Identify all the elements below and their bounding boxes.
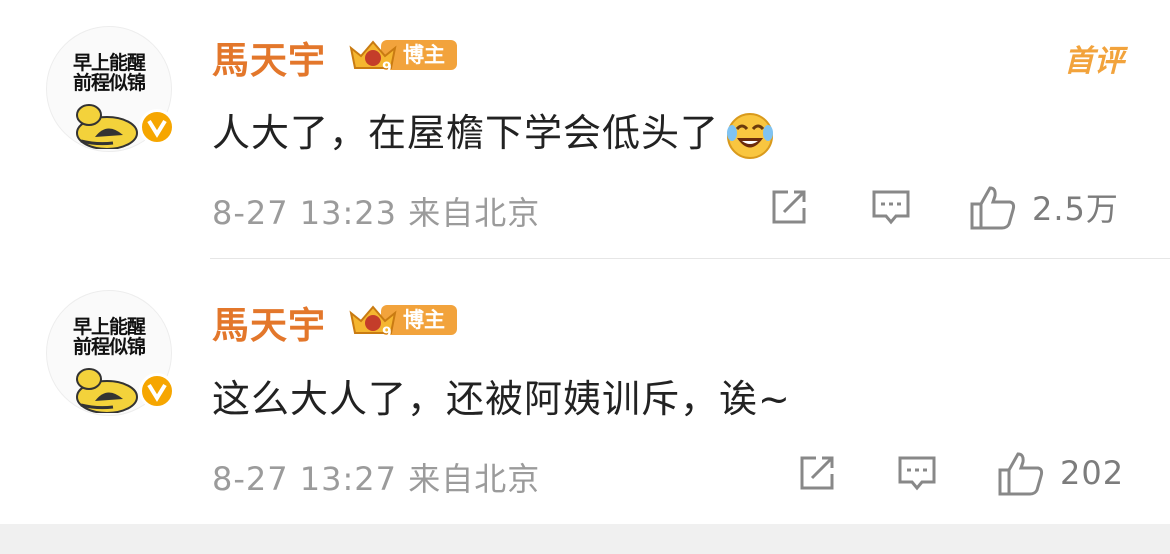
share-button[interactable]: [796, 452, 838, 494]
blogger-badge: 博主 9: [345, 299, 457, 339]
share-icon: [800, 456, 834, 490]
cartoon-icon: [76, 368, 138, 413]
like-count: 202: [1060, 454, 1125, 492]
like-icon: [998, 452, 1044, 496]
avatar-text-line1: 早上能醒: [72, 316, 146, 338]
username[interactable]: 馬天宇: [212, 295, 326, 349]
avatar[interactable]: 早上能醒 前程似锦: [46, 290, 175, 416]
bottom-strip: [0, 524, 1170, 554]
reply-button[interactable]: [896, 452, 938, 494]
crown-icon: 9: [349, 305, 397, 339]
like-button[interactable]: 202: [996, 448, 1124, 498]
comment-meta: 8-27 13:27 来自北京: [212, 454, 540, 500]
avatar-text-line2: 前程似锦: [72, 336, 146, 358]
badge-level: 9: [382, 325, 392, 339]
comment-date: 8-27 13:27: [212, 460, 398, 498]
comment-2: 早上能醒 前程似锦 馬天宇 博主 9 这么大人了，还被阿姨训斥，诶~ 8-27 …: [0, 0, 1170, 498]
comment-source: 来自北京: [408, 460, 541, 498]
reply-icon: [898, 456, 936, 491]
comment-text: 这么大人了，还被阿姨训斥，诶~: [212, 377, 791, 421]
verified-v-icon: [139, 373, 175, 409]
